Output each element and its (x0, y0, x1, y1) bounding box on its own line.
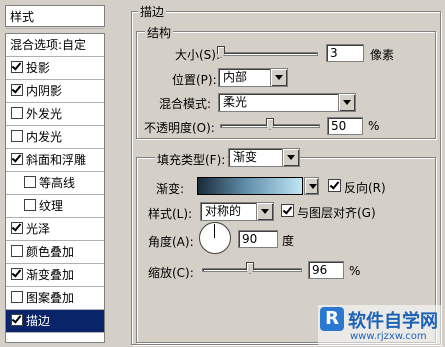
style-item-label: 颜色叠加 (26, 245, 75, 259)
style-item-label: 描边 (26, 314, 51, 328)
style-item[interactable]: 投影 (6, 57, 104, 80)
reverse-label: 反向(R) (344, 181, 386, 195)
fill-type-value: 渐变 (233, 150, 258, 164)
style-item-label: 光泽 (26, 222, 51, 236)
blend-mode-select[interactable]: 柔光 (218, 93, 356, 112)
style-item-checkbox[interactable] (11, 61, 23, 73)
blend-mode-label: 混合模式: (159, 97, 212, 111)
style-item[interactable]: 内阴影 (6, 80, 104, 103)
size-slider[interactable] (218, 52, 318, 56)
chevron-down-icon[interactable] (305, 178, 318, 194)
size-unit: 像素 (370, 48, 395, 62)
angle-dial[interactable] (199, 222, 231, 254)
fill-type-label: 填充类型(F): (155, 151, 228, 168)
style-item-checkbox[interactable] (11, 222, 23, 234)
style-select[interactable]: 对称的 (200, 202, 274, 221)
chevron-down-icon[interactable] (256, 203, 273, 220)
align-with-layer-label: 与图层对齐(G) (297, 206, 376, 220)
size-input[interactable]: 3 (326, 44, 364, 62)
blend-mode-value: 柔光 (223, 95, 248, 109)
size-label: 大小(S): (175, 48, 221, 62)
style-item[interactable]: 纹理 (6, 195, 104, 218)
structure-title: 结构 (145, 24, 174, 41)
style-value: 对称的 (205, 204, 242, 218)
style-item-checkbox[interactable] (11, 245, 23, 257)
style-item-label: 投影 (26, 61, 51, 75)
angle-input[interactable]: 90 (238, 230, 278, 248)
blend-options-item[interactable]: 混合选项:自定 (6, 34, 104, 57)
chevron-down-icon[interactable] (282, 149, 299, 166)
style-item[interactable]: 描边 (6, 310, 104, 333)
style-item-label: 外发光 (26, 107, 63, 121)
style-item[interactable]: 等高线 (6, 172, 104, 195)
gradient-label: 渐变: (156, 182, 185, 196)
scale-input[interactable]: 96 (308, 261, 344, 279)
opacity-label: 不透明度(O): (144, 121, 215, 135)
style-item-checkbox[interactable] (11, 291, 23, 303)
styles-header-label: 样式 (6, 6, 104, 29)
style-item[interactable]: 外发光 (6, 103, 104, 126)
style-item-label: 等高线 (39, 176, 76, 190)
watermark-logo: R (320, 307, 344, 331)
reverse-checkbox[interactable] (328, 179, 341, 192)
opacity-unit: % (368, 119, 380, 133)
style-item[interactable]: 渐变叠加 (6, 264, 104, 287)
watermark-title: 软件自学网 (348, 311, 438, 332)
style-item-label: 内发光 (26, 130, 63, 144)
style-item-checkbox[interactable] (11, 84, 23, 96)
styles-panel: 样式 混合选项:自定 投影内阴影外发光内发光斜面和浮雕等高线纹理光泽颜色叠加渐变… (0, 0, 105, 347)
watermark-url: www.rjzxw.com (350, 331, 427, 342)
style-item-label: 渐变叠加 (26, 268, 75, 282)
angle-unit: 度 (282, 234, 295, 248)
style-item-label: 图案叠加 (26, 291, 75, 305)
chevron-down-icon[interactable] (270, 69, 287, 86)
position-select[interactable]: 内部 (218, 68, 288, 87)
position-label: 位置(P): (172, 73, 217, 87)
style-item[interactable]: 斜面和浮雕 (6, 149, 104, 172)
style-item[interactable]: 内发光 (6, 126, 104, 149)
style-item-checkbox[interactable] (24, 176, 36, 188)
style-item-label: 斜面和浮雕 (26, 153, 87, 167)
opacity-input[interactable]: 50 (327, 117, 363, 135)
watermark: R 软件自学网 www.rjzxw.com (318, 305, 442, 345)
style-item[interactable]: 光泽 (6, 218, 104, 241)
style-item-checkbox[interactable] (11, 314, 23, 326)
gradient-preview[interactable] (197, 177, 303, 195)
style-item[interactable]: 颜色叠加 (6, 241, 104, 264)
style-item-label: 内阴影 (26, 84, 63, 98)
style-item-checkbox[interactable] (11, 107, 23, 119)
styles-header: 样式 (5, 5, 105, 29)
chevron-down-icon[interactable] (338, 94, 355, 111)
style-item-label: 纹理 (39, 199, 64, 213)
styles-list: 混合选项:自定 投影内阴影外发光内发光斜面和浮雕等高线纹理光泽颜色叠加渐变叠加图… (5, 33, 105, 343)
style-label: 样式(L): (148, 207, 193, 221)
align-with-layer-checkbox[interactable] (281, 204, 294, 217)
style-item-checkbox[interactable] (11, 268, 23, 280)
fill-type-select[interactable]: 渐变 (228, 148, 300, 167)
position-value: 内部 (223, 70, 248, 84)
style-item-checkbox[interactable] (11, 130, 23, 142)
angle-label: 角度(A): (148, 235, 194, 249)
style-item-checkbox[interactable] (24, 199, 36, 211)
stroke-title: 描边 (138, 3, 167, 20)
angle-needle-icon (214, 224, 215, 238)
style-item[interactable]: 图案叠加 (6, 287, 104, 310)
gradient-dropdown[interactable] (304, 177, 319, 195)
style-item-checkbox[interactable] (11, 153, 23, 165)
scale-unit: % (349, 264, 361, 278)
scale-label: 缩放(C): (148, 266, 194, 280)
